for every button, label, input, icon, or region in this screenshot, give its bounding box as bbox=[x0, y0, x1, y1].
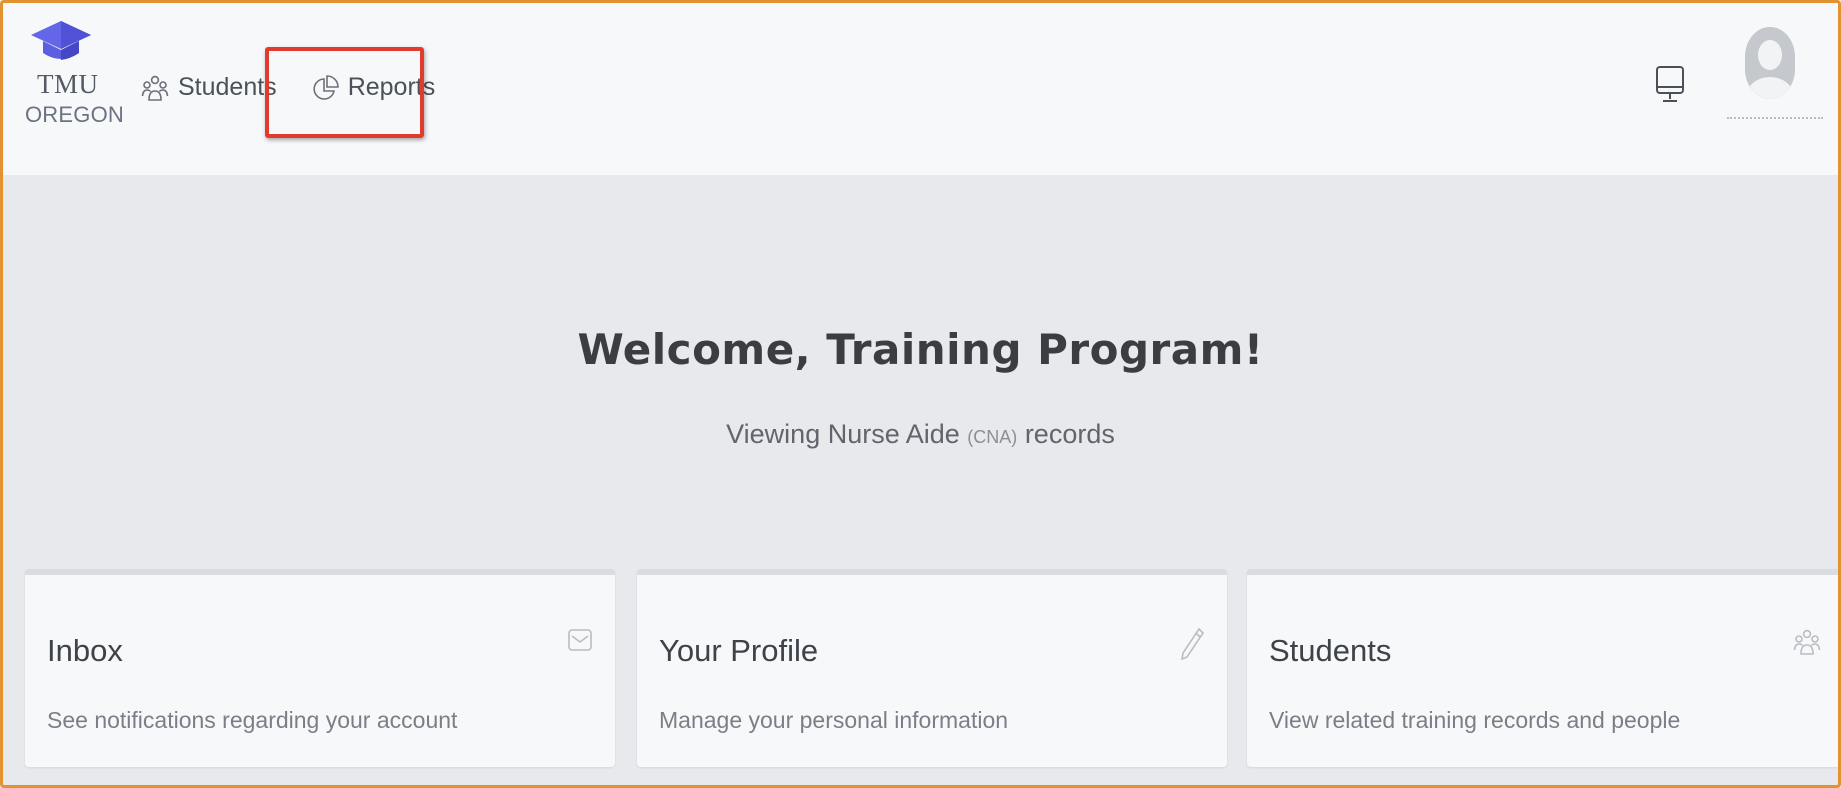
profile-card[interactable]: Your Profile Manage your personal inform… bbox=[637, 569, 1227, 767]
app-frame: TMU OREGON Students Reports Welcome, Tra… bbox=[0, 0, 1841, 788]
people-icon bbox=[141, 75, 169, 101]
user-avatar-icon bbox=[1745, 27, 1795, 99]
main-nav: Students Reports bbox=[141, 73, 435, 102]
students-card[interactable]: Students View related training records a… bbox=[1247, 569, 1838, 767]
graduation-cap-icon bbox=[31, 21, 91, 60]
user-avatar[interactable] bbox=[1745, 27, 1795, 99]
avatar-caption bbox=[1727, 117, 1823, 121]
students-card-title: Students bbox=[1269, 633, 1392, 668]
nav-students[interactable]: Students bbox=[141, 73, 277, 102]
pencil-icon bbox=[1180, 627, 1205, 661]
viewing-records-text: Viewing Nurse Aide (CNA) records bbox=[3, 419, 1838, 450]
inbox-card-title: Inbox bbox=[47, 633, 123, 668]
nav-reports-label: Reports bbox=[347, 73, 436, 101]
welcome-heading: Welcome, Training Program! bbox=[577, 325, 1264, 374]
nav-students-label: Students bbox=[178, 73, 277, 101]
mail-icon bbox=[568, 629, 592, 651]
brand-state: OREGON bbox=[25, 102, 124, 127]
viewing-abbr: (CNA) bbox=[967, 427, 1018, 447]
inbox-card-description: See notifications regarding your account bbox=[47, 707, 458, 733]
students-card-description: View related training records and people bbox=[1269, 707, 1681, 733]
inbox-card[interactable]: Inbox See notifications regarding your a… bbox=[25, 569, 615, 767]
people-icon bbox=[1793, 629, 1821, 655]
viewing-suffix: records bbox=[1024, 419, 1115, 449]
pie-chart-icon bbox=[313, 74, 339, 100]
brand-name: TMU bbox=[37, 69, 99, 99]
nav-reports[interactable]: Reports bbox=[313, 73, 436, 102]
device-button[interactable] bbox=[1655, 65, 1685, 110]
viewing-prefix: Viewing Nurse Aide bbox=[726, 419, 960, 449]
monitor-icon bbox=[1656, 66, 1684, 102]
brand-logo[interactable]: TMU OREGON bbox=[21, 19, 124, 159]
top-navbar: TMU OREGON Students Reports bbox=[3, 3, 1838, 175]
profile-card-description: Manage your personal information bbox=[659, 707, 1009, 733]
profile-card-title: Your Profile bbox=[659, 633, 819, 668]
